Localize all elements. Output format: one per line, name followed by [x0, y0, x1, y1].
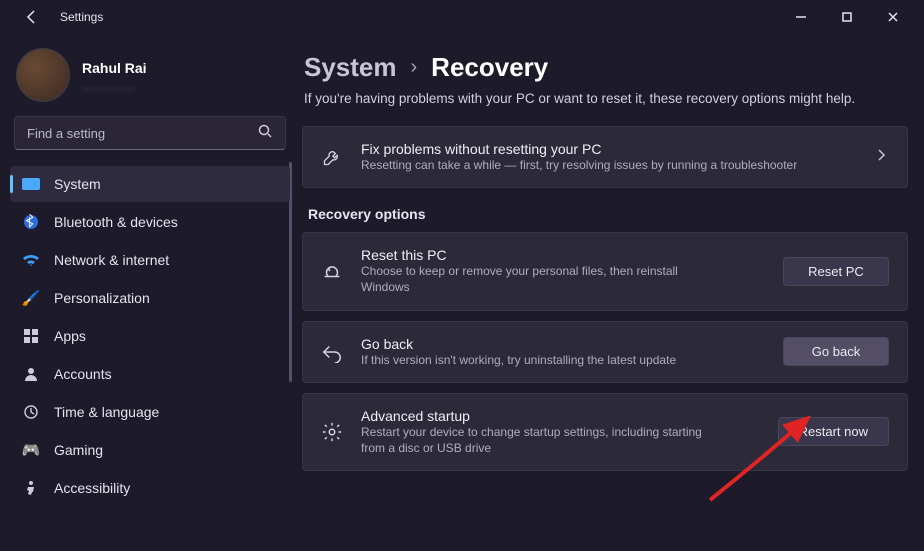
sidebar-item-accounts[interactable]: Accounts — [10, 356, 290, 392]
titlebar: Settings — [0, 0, 924, 34]
account-block[interactable]: Rahul Rai ________ — [10, 40, 290, 114]
avatar — [16, 48, 70, 102]
search-input[interactable]: Find a setting — [14, 116, 286, 150]
close-button[interactable] — [870, 0, 916, 34]
sidebar-item-network[interactable]: Network & internet — [10, 242, 290, 278]
go-back-icon — [321, 341, 343, 363]
go-back-button[interactable]: Go back — [783, 337, 889, 366]
card-title: Reset this PC — [361, 247, 765, 263]
breadcrumb-current: Recovery — [431, 52, 548, 83]
chevron-right-icon: › — [411, 56, 418, 79]
reset-pc-icon — [321, 260, 343, 282]
card-sub: If this version isn't working, try unins… — [361, 352, 721, 368]
sidebar-item-accessibility[interactable]: Accessibility — [10, 470, 290, 506]
reset-pc-button[interactable]: Reset PC — [783, 257, 889, 286]
app-title: Settings — [60, 10, 103, 24]
breadcrumb-parent[interactable]: System — [304, 52, 397, 83]
sidebar-item-label: Accessibility — [54, 480, 130, 496]
card-sub: Restart your device to change startup se… — [361, 424, 721, 456]
sidebar-item-label: Gaming — [54, 442, 103, 458]
go-back-card: Go backIf this version isn't working, tr… — [302, 321, 908, 383]
account-name: Rahul Rai — [82, 60, 147, 76]
card-title: Fix problems without resetting your PC — [361, 141, 855, 157]
account-email: ________ — [82, 76, 147, 90]
sidebar-item-system[interactable]: System — [10, 166, 290, 202]
search-icon — [257, 123, 273, 144]
main-panel: System › Recovery If you're having probl… — [300, 34, 924, 551]
reset-pc-card: Reset this PCChoose to keep or remove yo… — [302, 232, 908, 310]
sidebar-item-label: Time & language — [54, 404, 159, 420]
sidebar-item-label: Accounts — [54, 366, 112, 382]
card-title: Go back — [361, 336, 765, 352]
back-button[interactable] — [22, 7, 42, 27]
network-icon — [22, 251, 40, 269]
sidebar-item-label: Network & internet — [54, 252, 169, 268]
sidebar-item-time[interactable]: Time & language — [10, 394, 290, 430]
card-sub: Resetting can take a while — first, try … — [361, 157, 855, 173]
accessibility-icon — [22, 479, 40, 497]
accounts-icon — [22, 365, 40, 383]
sidebar-item-gaming[interactable]: 🎮 Gaming — [10, 432, 290, 468]
time-icon — [22, 403, 40, 421]
search-placeholder: Find a setting — [27, 126, 105, 141]
advanced-startup-card: Advanced startupRestart your device to c… — [302, 393, 908, 471]
sidebar-item-label: Personalization — [54, 290, 150, 306]
sidebar-item-bluetooth[interactable]: Bluetooth & devices — [10, 204, 290, 240]
sidebar-item-apps[interactable]: Apps — [10, 318, 290, 354]
breadcrumb: System › Recovery — [304, 52, 908, 83]
sidebar-item-personalization[interactable]: 🖌️ Personalization — [10, 280, 290, 316]
fix-problems-card[interactable]: Fix problems without resetting your PC R… — [302, 126, 908, 188]
sidebar: Rahul Rai ________ Find a setting System… — [0, 34, 300, 551]
wrench-icon — [321, 147, 343, 167]
sidebar-item-label: System — [54, 176, 101, 192]
sidebar-item-label: Bluetooth & devices — [54, 214, 178, 230]
apps-icon — [22, 327, 40, 345]
sidebar-item-label: Apps — [54, 328, 86, 344]
gaming-icon: 🎮 — [22, 441, 40, 459]
advanced-startup-button[interactable]: Restart now — [778, 417, 889, 446]
advanced-startup-icon — [321, 421, 343, 443]
maximize-button[interactable] — [824, 0, 870, 34]
system-icon — [22, 175, 40, 193]
chevron-right-icon — [873, 147, 889, 168]
nav-list: System Bluetooth & devices Network & inter… — [10, 162, 290, 506]
bluetooth-icon — [22, 213, 40, 231]
personalization-icon: 🖌️ — [22, 289, 40, 307]
minimize-button[interactable] — [778, 0, 824, 34]
section-label: Recovery options — [308, 206, 908, 222]
page-subtitle: If you're having problems with your PC o… — [304, 91, 908, 106]
card-sub: Choose to keep or remove your personal f… — [361, 263, 721, 295]
card-title: Advanced startup — [361, 408, 760, 424]
